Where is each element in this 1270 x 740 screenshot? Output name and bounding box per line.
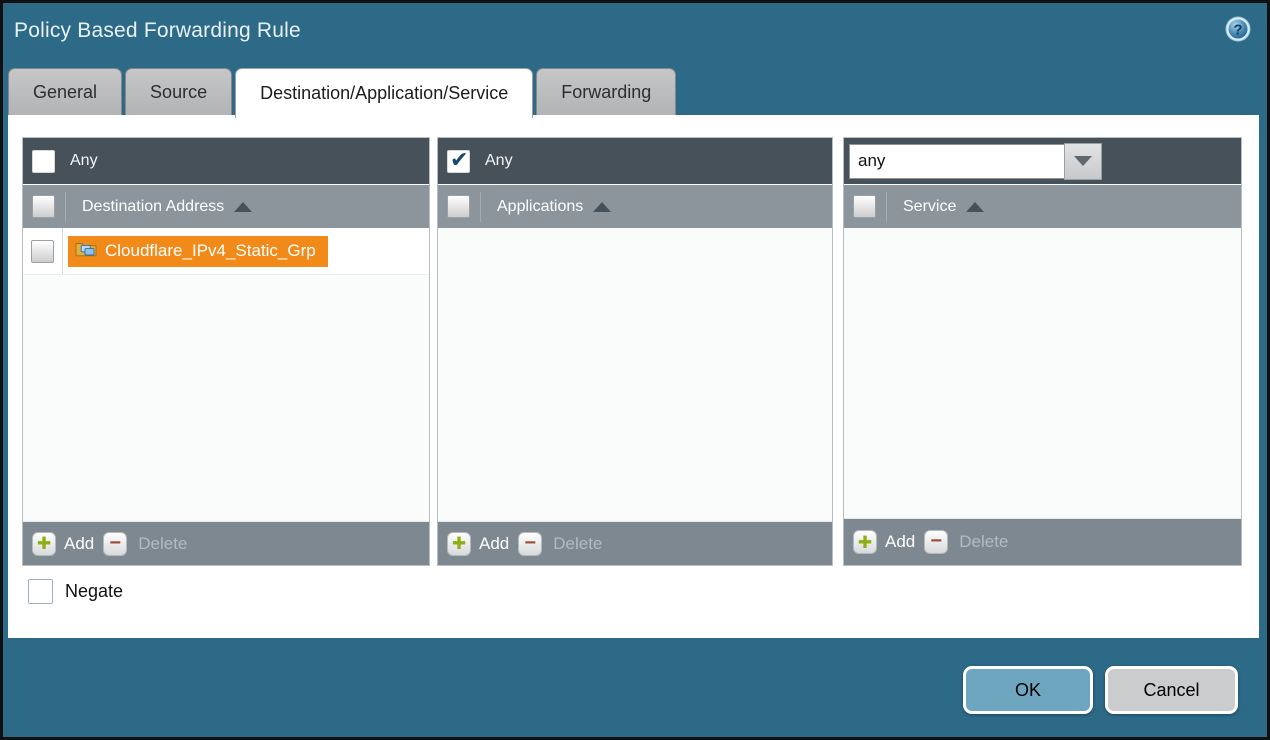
tab-forwarding-label: Forwarding <box>561 82 651 103</box>
destination-row-checkbox-cell <box>23 228 63 274</box>
tab-source[interactable]: Source <box>125 68 232 115</box>
tab-destination-application-service[interactable]: Destination/Application/Service <box>235 68 533 118</box>
chevron-down-icon <box>1074 156 1092 166</box>
delete-icon <box>103 532 127 556</box>
tab-bar: General Source Destination/Application/S… <box>8 68 679 118</box>
destination-add-label: Add <box>64 534 94 554</box>
header-divider <box>65 192 66 222</box>
service-dropdown-button[interactable] <box>1064 143 1102 180</box>
svg-text:?: ? <box>1233 22 1242 39</box>
destination-any-label: Any <box>70 152 98 170</box>
tab-general[interactable]: General <box>8 68 122 115</box>
sort-ascending-icon <box>593 202 611 212</box>
destination-address-item-label: Cloudflare_IPv4_Static_Grp <box>105 241 316 261</box>
destination-address-item[interactable]: Cloudflare_IPv4_Static_Grp <box>68 236 328 267</box>
negate-option: Negate <box>28 579 123 604</box>
applications-delete-label: Delete <box>553 534 602 554</box>
service-dropdown[interactable] <box>849 143 1102 180</box>
sort-ascending-icon <box>234 202 252 212</box>
applications-select-all-checkbox[interactable] <box>447 195 470 218</box>
destination-add-button[interactable]: Add <box>32 532 94 556</box>
tab-general-label: General <box>33 82 97 103</box>
destination-header-label: Destination Address <box>82 198 224 216</box>
negate-label: Negate <box>65 581 123 602</box>
service-header-label: Service <box>903 198 956 216</box>
delete-icon <box>924 530 948 554</box>
applications-header-label: Applications <box>497 198 583 216</box>
destination-delete-label: Delete <box>138 534 187 554</box>
applications-delete-button[interactable]: Delete <box>518 532 602 556</box>
service-column: Service Add Delete <box>843 137 1242 566</box>
destination-select-all-checkbox[interactable] <box>32 195 55 218</box>
service-list <box>844 228 1241 518</box>
service-dropdown-bar <box>844 138 1241 184</box>
tab-destination-application-service-label: Destination/Application/Service <box>260 83 508 104</box>
ok-button[interactable]: OK <box>963 666 1093 714</box>
applications-list <box>438 228 832 521</box>
destination-row[interactable]: Cloudflare_IPv4_Static_Grp <box>23 228 429 275</box>
service-delete-label: Delete <box>959 532 1008 552</box>
destination-any-bar: Any <box>23 138 429 184</box>
address-group-icon <box>75 240 97 262</box>
service-add-button[interactable]: Add <box>853 530 915 554</box>
applications-add-button[interactable]: Add <box>447 532 509 556</box>
applications-any-checkbox[interactable] <box>447 150 470 173</box>
destination-row-checkbox[interactable] <box>31 240 54 263</box>
destination-address-column: Any Destination Address <box>22 137 430 566</box>
applications-column-header[interactable]: Applications <box>438 184 832 228</box>
help-icon[interactable]: ? <box>1224 15 1252 43</box>
add-icon <box>32 532 56 556</box>
destination-footer-bar: Add Delete <box>23 521 429 565</box>
tab-content-panel: Any Destination Address <box>8 115 1259 638</box>
service-footer-bar: Add Delete <box>844 518 1241 565</box>
applications-column: Any Applications Add Delete <box>437 137 833 566</box>
destination-column-header[interactable]: Destination Address <box>23 184 429 228</box>
tab-source-label: Source <box>150 82 207 103</box>
tab-forwarding[interactable]: Forwarding <box>536 68 676 115</box>
service-column-header[interactable]: Service <box>844 184 1241 228</box>
applications-footer-bar: Add Delete <box>438 521 832 565</box>
applications-any-bar: Any <box>438 138 832 184</box>
add-icon <box>447 532 471 556</box>
negate-checkbox[interactable] <box>28 579 53 604</box>
service-select-all-checkbox[interactable] <box>853 195 876 218</box>
service-dropdown-input[interactable] <box>849 144 1064 179</box>
policy-based-forwarding-dialog: Policy Based Forwarding Rule ? General S… <box>0 0 1270 740</box>
applications-add-label: Add <box>479 534 509 554</box>
destination-delete-button[interactable]: Delete <box>103 532 187 556</box>
delete-icon <box>518 532 542 556</box>
header-divider <box>886 192 887 222</box>
applications-any-label: Any <box>485 152 513 170</box>
service-add-label: Add <box>885 532 915 552</box>
sort-ascending-icon <box>966 202 984 212</box>
dialog-title: Policy Based Forwarding Rule <box>14 19 301 43</box>
header-divider <box>480 192 481 222</box>
destination-list: Cloudflare_IPv4_Static_Grp <box>23 228 429 521</box>
destination-any-checkbox[interactable] <box>32 150 55 173</box>
add-icon <box>853 530 877 554</box>
service-delete-button[interactable]: Delete <box>924 530 1008 554</box>
cancel-button[interactable]: Cancel <box>1105 666 1238 714</box>
